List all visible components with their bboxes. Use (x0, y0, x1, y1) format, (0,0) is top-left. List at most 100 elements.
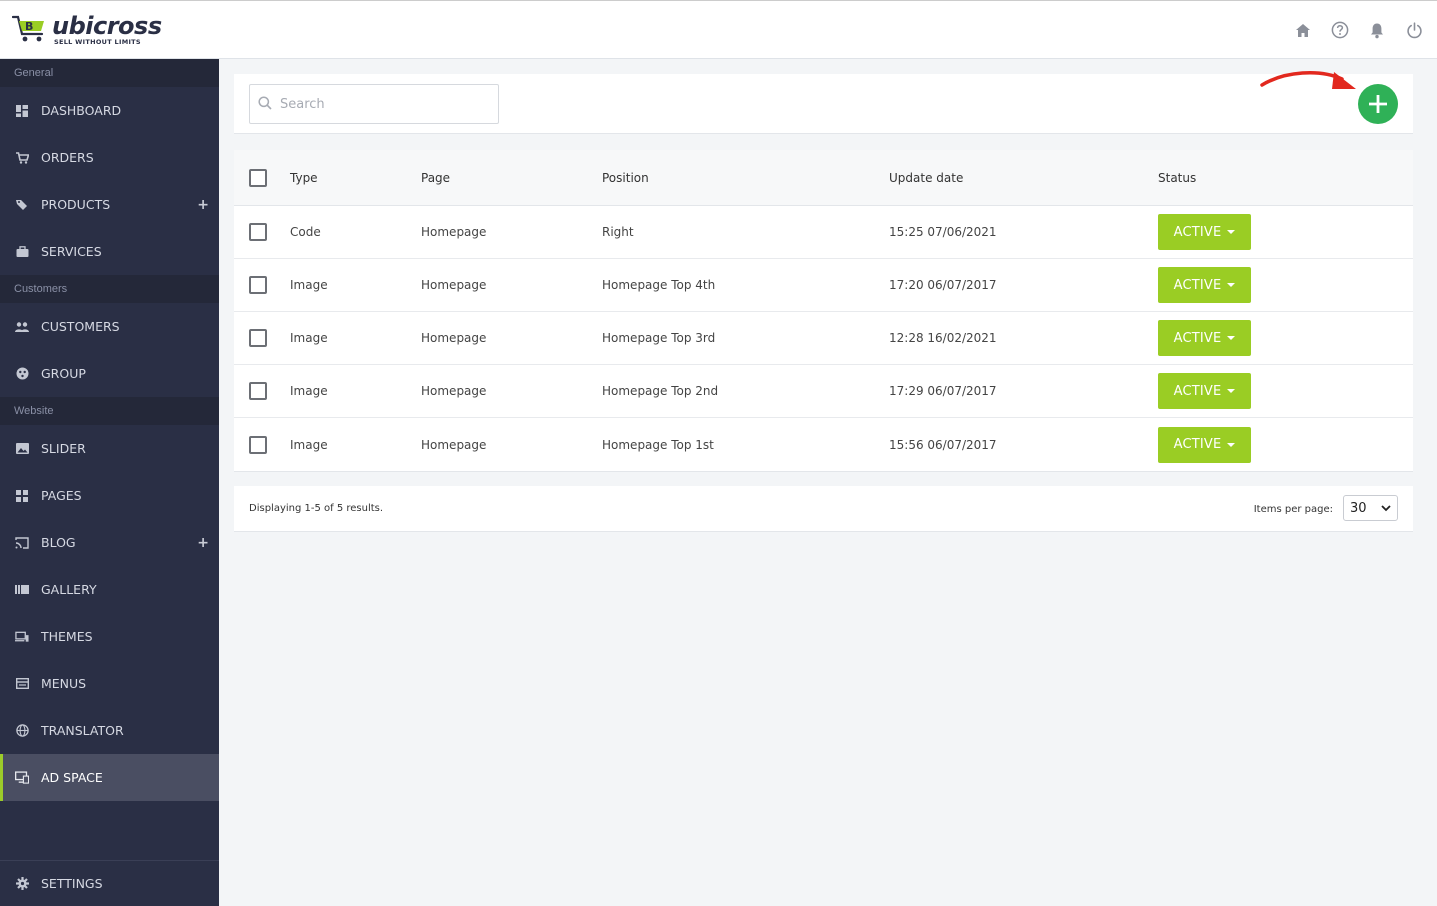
sidebar-item-themes[interactable]: THEMES (0, 613, 219, 660)
status-dropdown-button[interactable]: ACTIVE (1158, 320, 1251, 356)
row-checkbox[interactable] (249, 435, 267, 454)
status-label: ACTIVE (1173, 224, 1222, 240)
column-header-status[interactable]: Status (1158, 171, 1196, 185)
tag-icon (15, 198, 29, 212)
caret-down-icon (1227, 336, 1236, 340)
sidebar-item-label: SETTINGS (41, 876, 103, 891)
cell-page: Homepage (421, 225, 487, 239)
sidebar-item-menus[interactable]: MENUS (0, 660, 219, 707)
sidebar-item-dashboard[interactable]: DASHBOARD (0, 87, 219, 134)
users-icon (15, 320, 29, 334)
cell-position: Homepage Top 2nd (602, 384, 719, 398)
status-dropdown-button[interactable]: ACTIVE (1158, 426, 1251, 463)
table-row[interactable]: Code Homepage Right 15:25 07/06/2021 ACT… (234, 206, 1413, 259)
expand-plus-icon[interactable]: + (197, 197, 209, 213)
chevron-down-icon (1381, 504, 1391, 511)
dashboard-icon (15, 104, 29, 118)
status-dropdown-button[interactable]: ACTIVE (1158, 267, 1251, 303)
status-label: ACTIVE (1173, 437, 1222, 452)
cart-logo-icon: B (11, 14, 50, 46)
add-ad-button[interactable] (1358, 84, 1398, 124)
sidebar-item-label: GALLERY (41, 582, 97, 597)
row-checkbox[interactable] (249, 276, 267, 294)
group-icon (15, 367, 29, 381)
annotation-arrow-icon (1260, 71, 1356, 89)
sidebar-item-products[interactable]: PRODUCTS + (0, 181, 219, 228)
section-label-customers: Customers (0, 275, 219, 303)
column-header-position[interactable]: Position (602, 171, 649, 185)
sidebar-item-blog[interactable]: BLOG + (0, 519, 219, 566)
caret-down-icon (1227, 442, 1236, 447)
cell-position: Homepage Top 3rd (602, 331, 716, 345)
sidebar-item-pages[interactable]: PAGES (0, 472, 219, 519)
sidebar-item-services[interactable]: SERVICES (0, 228, 219, 275)
gear-icon (15, 877, 29, 891)
svg-text:B: B (25, 20, 33, 33)
items-per-page-value: 30 (1350, 500, 1367, 516)
section-label-general: General (0, 59, 219, 87)
cell-type: Image (290, 331, 328, 345)
table-row[interactable]: Image Homepage Homepage Top 1st 15:56 06… (234, 418, 1413, 471)
select-all-checkbox[interactable] (249, 168, 267, 187)
sidebar-item-group[interactable]: GROUP (0, 350, 219, 397)
sidebar-item-label: PAGES (41, 488, 82, 503)
help-icon[interactable] (1331, 21, 1349, 39)
home-icon[interactable] (1294, 21, 1312, 39)
cell-update-date: 15:25 07/06/2021 (889, 225, 997, 239)
table-row[interactable]: Image Homepage Homepage Top 3rd 12:28 16… (234, 312, 1413, 365)
cell-page: Homepage (421, 278, 487, 292)
globe-icon (15, 724, 29, 738)
cell-update-date: 12:28 16/02/2021 (889, 331, 997, 345)
devices-icon (15, 630, 29, 644)
cell-type: Image (290, 384, 328, 398)
sidebar-item-translator[interactable]: TRANSLATOR (0, 707, 219, 754)
cell-type: Image (290, 278, 328, 292)
search-box[interactable] (249, 84, 499, 124)
expand-plus-icon[interactable]: + (197, 535, 209, 551)
column-header-update-date[interactable]: Update date (889, 171, 963, 185)
sidebar-item-label: GROUP (41, 366, 86, 381)
sidebar-item-label: AD SPACE (41, 770, 103, 785)
ad-space-table: Type Page Position Update date Status Co… (234, 150, 1413, 472)
caret-down-icon (1227, 389, 1236, 393)
image-icon (15, 442, 29, 456)
sidebar-item-label: ORDERS (41, 150, 94, 165)
table-row[interactable]: Image Homepage Homepage Top 4th 17:20 06… (234, 259, 1413, 312)
items-per-page-select[interactable]: 30 (1343, 495, 1398, 521)
sidebar-item-ad-space[interactable]: AD SPACE (0, 754, 219, 801)
status-dropdown-button[interactable]: ACTIVE (1158, 373, 1251, 409)
brand-name: ubicross (52, 12, 162, 40)
cell-page: Homepage (421, 331, 487, 345)
power-icon[interactable] (1405, 21, 1423, 39)
sidebar-item-gallery[interactable]: GALLERY (0, 566, 219, 613)
cell-type: Image (290, 437, 328, 452)
sidebar-item-label: THEMES (41, 629, 93, 644)
table-header: Type Page Position Update date Status (234, 150, 1413, 206)
sidebar-item-orders[interactable]: ORDERS (0, 134, 219, 181)
bell-icon[interactable] (1368, 21, 1386, 39)
cart-icon (15, 151, 29, 165)
table-row[interactable]: Image Homepage Homepage Top 2nd 17:29 06… (234, 365, 1413, 418)
sidebar-item-slider[interactable]: SLIDER (0, 425, 219, 472)
status-dropdown-button[interactable]: ACTIVE (1158, 214, 1251, 250)
sidebar-item-label: SLIDER (41, 441, 86, 456)
pages-icon (15, 489, 29, 503)
row-checkbox[interactable] (249, 382, 267, 400)
sidebar-item-customers[interactable]: CUSTOMERS (0, 303, 219, 350)
cell-update-date: 17:29 06/07/2017 (889, 384, 997, 398)
cell-page: Homepage (421, 384, 487, 398)
row-checkbox[interactable] (249, 223, 267, 241)
row-checkbox[interactable] (249, 329, 267, 347)
brand-logo[interactable]: B ubicross SELL WITHOUT LIMITS (11, 12, 162, 47)
cell-update-date: 17:20 06/07/2017 (889, 278, 997, 292)
sidebar-item-label: PRODUCTS (41, 197, 111, 212)
status-label: ACTIVE (1173, 383, 1222, 399)
status-label: ACTIVE (1173, 277, 1222, 293)
column-header-page[interactable]: Page (421, 171, 450, 185)
sidebar-item-settings[interactable]: SETTINGS (0, 860, 219, 906)
ad-icon (15, 771, 29, 785)
cell-position: Right (602, 225, 634, 239)
column-header-type[interactable]: Type (290, 171, 318, 185)
caret-down-icon (1227, 283, 1236, 287)
search-input[interactable] (280, 96, 480, 112)
